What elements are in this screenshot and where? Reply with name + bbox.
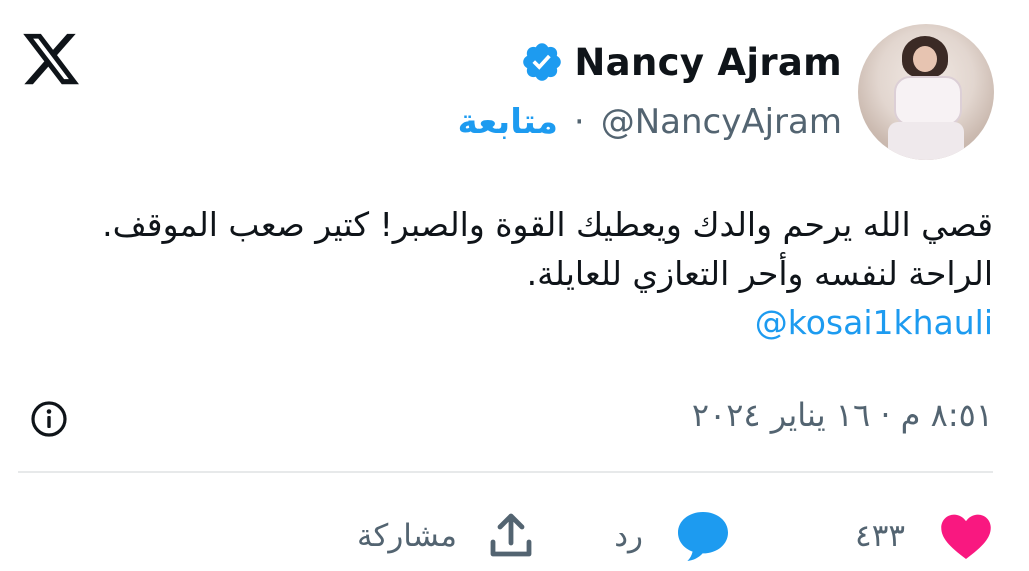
- tweet-text: قصي الله يرحم والدك ويعطيك القوة والصبر!…: [53, 200, 993, 347]
- follow-button[interactable]: متابعة: [458, 102, 558, 142]
- separator-dot: ·: [573, 102, 585, 142]
- x-logo-icon[interactable]: [20, 28, 82, 90]
- tweet-text-line-2: الراحة لنفسه وأحر التعازي للعايلة.: [526, 254, 993, 293]
- tweet-text-line-1: قصي الله يرحم والدك ويعطيك القوة والصبر!…: [102, 205, 993, 244]
- author-handle[interactable]: @NancyAjram: [601, 102, 842, 142]
- verified-badge-icon: [523, 43, 562, 81]
- share-button[interactable]: مشاركة: [357, 506, 535, 566]
- author-handle-row: @NancyAjram · متابعة: [458, 102, 842, 142]
- like-button[interactable]: ٤٣٣: [855, 506, 993, 566]
- avatar-outfit-top: [894, 76, 962, 126]
- heart-icon: [941, 514, 991, 559]
- reply-button[interactable]: رد: [614, 506, 731, 566]
- tweet-timestamp[interactable]: ٨:٥١ م · ١٦ يناير ٢٠٢٤: [692, 396, 993, 434]
- info-icon[interactable]: [29, 399, 69, 439]
- reply-bubble-icon: [678, 512, 728, 561]
- likes-count: ٤٣٣: [855, 518, 905, 554]
- avatar-outfit-skirt: [888, 122, 964, 160]
- share-icon: [490, 513, 532, 557]
- mention-link[interactable]: @kosai1khauli: [53, 298, 993, 347]
- avatar[interactable]: [858, 24, 994, 160]
- reply-label: رد: [614, 518, 643, 554]
- avatar-face: [913, 46, 937, 72]
- divider: [18, 471, 993, 473]
- action-bar: ٤٣٣ رد مشاركة: [0, 506, 993, 566]
- author-name-row[interactable]: Nancy Ajram: [520, 40, 842, 84]
- share-label: مشاركة: [356, 518, 457, 554]
- author-display-name: Nancy Ajram: [574, 40, 842, 84]
